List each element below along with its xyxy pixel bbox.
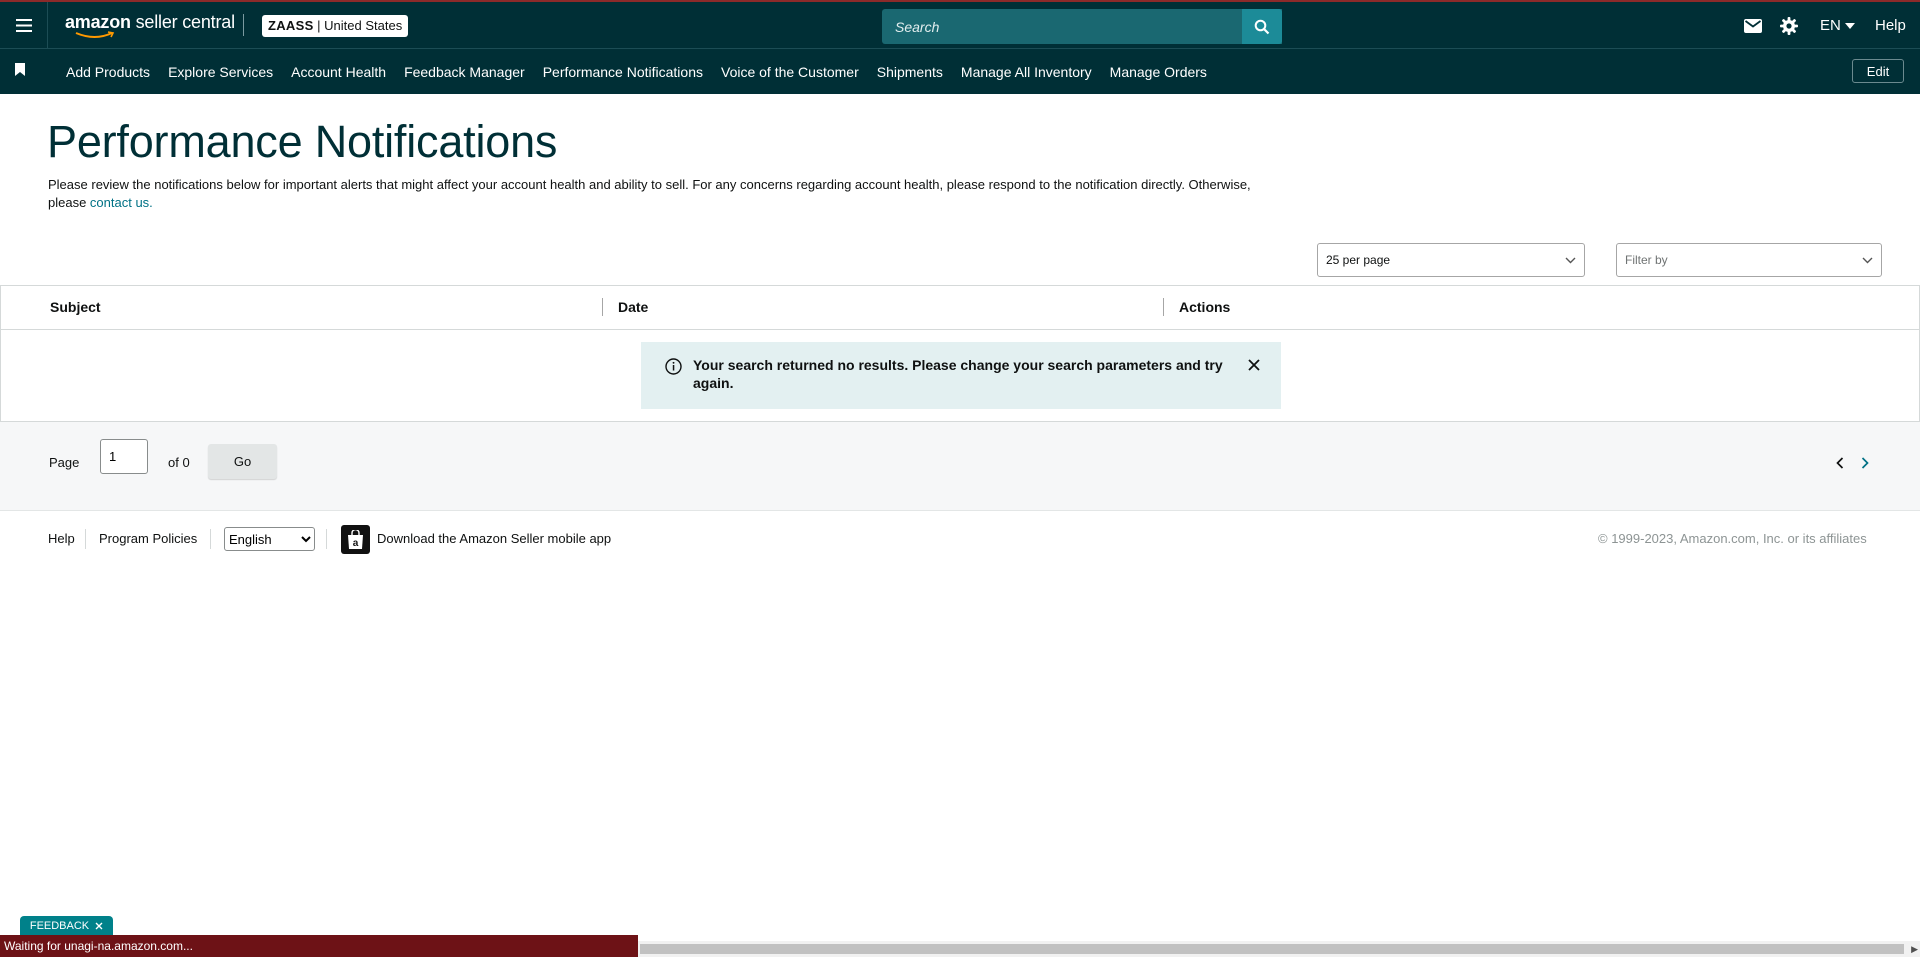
store-name: ZAASS bbox=[268, 18, 314, 33]
scrollbar-thumb[interactable] bbox=[640, 944, 1904, 954]
settings-button[interactable] bbox=[1780, 2, 1798, 49]
chevron-down-icon bbox=[1565, 257, 1576, 263]
nav-item-add-products[interactable]: Add Products bbox=[66, 64, 150, 80]
footer-divider bbox=[210, 529, 211, 549]
copyright-text: © 1999-2023, Amazon.com, Inc. or its aff… bbox=[1598, 531, 1867, 546]
search-field-container bbox=[882, 9, 1282, 44]
horizontal-scrollbar[interactable]: ▶ bbox=[638, 941, 1920, 957]
hamburger-icon bbox=[15, 19, 32, 32]
chevron-down-icon bbox=[1862, 257, 1873, 263]
filter-by-select[interactable]: Filter by bbox=[1616, 243, 1882, 277]
filter-by-placeholder: Filter by bbox=[1625, 253, 1668, 267]
language-label: EN bbox=[1820, 17, 1841, 34]
download-app-link[interactable]: Download the Amazon Seller mobile app bbox=[377, 531, 611, 546]
intro-text: Please review the notifications below fo… bbox=[48, 177, 1251, 210]
nav-item-performance-notifications[interactable]: Performance Notifications bbox=[543, 64, 703, 80]
feedback-label: FEEDBACK bbox=[29, 920, 90, 932]
gear-icon bbox=[1780, 16, 1798, 35]
caret-down-icon bbox=[1844, 22, 1855, 29]
bookmark-icon bbox=[15, 63, 25, 76]
notifications-table: Subject Date Actions Your search returne… bbox=[0, 285, 1920, 422]
nav-bar: Add Products Explore Services Account He… bbox=[0, 49, 1920, 94]
store-region: | United States bbox=[313, 18, 403, 33]
nav-item-manage-inventory[interactable]: Manage All Inventory bbox=[961, 64, 1092, 80]
mail-icon bbox=[1744, 18, 1762, 33]
page-total-label: of 0 bbox=[168, 455, 190, 470]
per-page-value: 25 per page bbox=[1326, 253, 1391, 267]
amazon-app-icon[interactable]: a bbox=[341, 525, 370, 554]
nav-item-feedback-manager[interactable]: Feedback Manager bbox=[404, 64, 525, 80]
footer-divider bbox=[85, 529, 86, 549]
nav-item-voice-of-customer[interactable]: Voice of the Customer bbox=[721, 64, 859, 80]
nav-item-shipments[interactable]: Shipments bbox=[877, 64, 943, 80]
table-header: Subject Date Actions bbox=[1, 286, 1919, 330]
search-button[interactable] bbox=[1242, 9, 1282, 44]
page-intro: Please review the notifications below fo… bbox=[48, 176, 1288, 212]
logo-brand: amazon bbox=[65, 12, 131, 32]
language-switcher[interactable]: EN bbox=[1820, 2, 1855, 49]
messages-button[interactable] bbox=[1744, 2, 1762, 49]
pagination-bar: Page of 0 Go bbox=[0, 422, 1920, 511]
info-icon bbox=[665, 358, 682, 375]
contact-us-link[interactable]: contact us. bbox=[90, 195, 153, 210]
svg-text:a: a bbox=[353, 538, 359, 549]
logo-suffix: seller central bbox=[130, 12, 235, 32]
close-icon[interactable] bbox=[1247, 358, 1261, 372]
nav-item-manage-orders[interactable]: Manage Orders bbox=[1110, 64, 1207, 80]
column-divider bbox=[602, 298, 603, 316]
chevron-left-icon[interactable] bbox=[1836, 457, 1844, 469]
column-header-actions: Actions bbox=[1179, 299, 1231, 315]
scroll-right-arrow[interactable]: ▶ bbox=[1911, 944, 1918, 955]
help-link[interactable]: Help bbox=[1875, 2, 1906, 49]
no-results-alert: Your search returned no results. Please … bbox=[641, 342, 1281, 409]
store-switcher[interactable]: ZAASS | United States bbox=[262, 15, 409, 37]
page-number-input[interactable] bbox=[100, 439, 148, 474]
browser-status-bar: Waiting for unagi-na.amazon.com... bbox=[0, 935, 638, 957]
nav-item-account-health[interactable]: Account Health bbox=[291, 64, 386, 80]
column-header-date[interactable]: Date bbox=[618, 286, 648, 329]
column-header-subject[interactable]: Subject bbox=[50, 286, 101, 329]
nav-item-explore-services[interactable]: Explore Services bbox=[168, 64, 273, 80]
per-page-select[interactable]: 25 per page bbox=[1317, 243, 1585, 277]
seller-central-logo[interactable]: amazon seller central bbox=[65, 12, 235, 38]
footer-language-select[interactable]: English bbox=[224, 527, 315, 551]
edit-nav-button[interactable]: Edit bbox=[1852, 59, 1904, 83]
amazon-smile-icon bbox=[75, 31, 115, 38]
hamburger-menu-button[interactable] bbox=[0, 2, 48, 49]
close-icon[interactable] bbox=[95, 922, 103, 930]
page-footer: Help Program Policies English a Download… bbox=[0, 511, 1920, 571]
page-label: Page bbox=[49, 455, 80, 470]
footer-program-policies-link[interactable]: Program Policies bbox=[99, 531, 197, 546]
nav-items: Add Products Explore Services Account He… bbox=[57, 49, 1216, 94]
page-title: Performance Notifications bbox=[47, 116, 558, 167]
header-divider bbox=[243, 14, 244, 36]
search-icon bbox=[1254, 19, 1270, 34]
chevron-right-icon[interactable] bbox=[1861, 457, 1869, 469]
go-button[interactable]: Go bbox=[208, 444, 277, 479]
bookmarks-button[interactable] bbox=[15, 63, 25, 81]
feedback-tab[interactable]: FEEDBACK bbox=[20, 916, 113, 936]
top-header: amazon seller central ZAASS | United Sta… bbox=[0, 0, 1920, 49]
footer-divider bbox=[326, 529, 327, 549]
column-divider bbox=[1163, 298, 1164, 316]
no-results-message: Your search returned no results. Please … bbox=[693, 357, 1223, 391]
footer-help-link[interactable]: Help bbox=[48, 531, 75, 546]
search-input[interactable] bbox=[893, 17, 1271, 36]
